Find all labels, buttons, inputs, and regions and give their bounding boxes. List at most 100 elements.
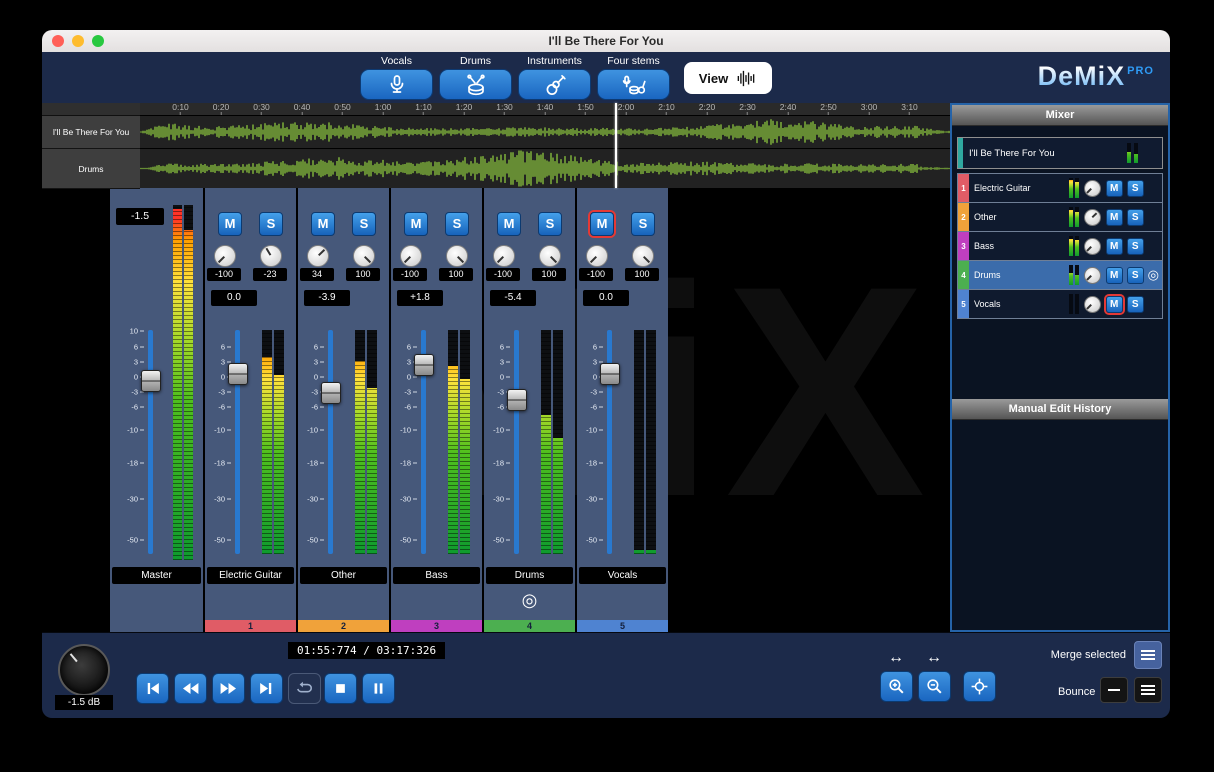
knob-pointer: [1087, 188, 1092, 193]
minimize-window-button[interactable]: [72, 35, 84, 47]
row-mute-button[interactable]: M: [1106, 296, 1123, 313]
channel-strip: M S -100 100 0.0 630-3-6-10-18-30-50 Voc…: [577, 188, 668, 632]
skip-start-button[interactable]: [136, 673, 169, 704]
bounce-menu-button[interactable]: [1134, 677, 1162, 703]
time-ruler[interactable]: 0:100:200:300:400:501:001:101:201:301:40…: [140, 103, 950, 116]
fader-track[interactable]: [328, 330, 333, 554]
row-solo-button[interactable]: S: [1127, 238, 1144, 255]
rewind-button[interactable]: [174, 673, 207, 704]
pan-knob[interactable]: [400, 245, 422, 267]
track-row[interactable]: 4 Drums M S ◎: [957, 260, 1163, 290]
vocals-stem-button[interactable]: [360, 69, 433, 100]
gain-knob[interactable]: [353, 245, 375, 267]
locate-playhead-button[interactable]: [963, 671, 996, 702]
waveform-track-song[interactable]: [140, 116, 950, 149]
gain-knob[interactable]: [260, 245, 282, 267]
row-pan-knob[interactable]: [1084, 238, 1101, 255]
scale-mark: -18: [396, 458, 417, 467]
zoom-out-button[interactable]: [918, 671, 951, 702]
master-track-row[interactable]: I'll Be There For You: [957, 137, 1163, 169]
master-row-meters: [1127, 143, 1138, 163]
pan-knob[interactable]: [307, 245, 329, 267]
fader-thumb[interactable]: [321, 382, 341, 404]
loop-button[interactable]: [288, 673, 321, 704]
instruments-stem-button[interactable]: [518, 69, 591, 100]
scale-mark: 6: [396, 342, 417, 351]
track-number-badge: 1: [958, 174, 969, 202]
mute-button[interactable]: M: [497, 212, 521, 236]
fader-track[interactable]: [514, 330, 519, 554]
merge-menu-button[interactable]: [1134, 641, 1162, 669]
solo-button[interactable]: S: [538, 212, 562, 236]
stop-button[interactable]: [324, 673, 357, 704]
row-pan-knob[interactable]: [1084, 267, 1101, 284]
scale-mark: -6: [582, 402, 603, 411]
separation-target-icon[interactable]: ◎: [522, 590, 538, 610]
pan-knob[interactable]: [214, 245, 236, 267]
row-mute-button[interactable]: M: [1106, 180, 1123, 197]
track-label-drums[interactable]: Drums: [42, 149, 140, 189]
track-row[interactable]: 5 Vocals M S ◎: [957, 289, 1163, 319]
solo-button[interactable]: S: [631, 212, 655, 236]
minus-icon: [1108, 689, 1120, 691]
mute-button[interactable]: M: [404, 212, 428, 236]
window-controls: [52, 35, 104, 47]
gain-knob[interactable]: [446, 245, 468, 267]
output-volume-knob[interactable]: [58, 644, 110, 696]
fader-track[interactable]: [235, 330, 240, 554]
master-fader-track[interactable]: [148, 330, 153, 554]
four-stems-button[interactable]: [597, 69, 670, 100]
track-label-song[interactable]: I'll Be There For You: [42, 116, 140, 149]
row-solo-button[interactable]: S: [1127, 267, 1144, 284]
title-bar: I'll Be There For You: [42, 30, 1170, 53]
track-row[interactable]: 1 Electric Guitar M S ◎: [957, 173, 1163, 203]
fader-track[interactable]: [421, 330, 426, 554]
close-window-button[interactable]: [52, 35, 64, 47]
solo-button[interactable]: S: [259, 212, 283, 236]
pan-knob[interactable]: [493, 245, 515, 267]
solo-button[interactable]: S: [352, 212, 376, 236]
fast-forward-button[interactable]: [212, 673, 245, 704]
row-mute-button[interactable]: M: [1106, 209, 1123, 226]
row-mute-button[interactable]: M: [1106, 267, 1123, 284]
row-pan-knob[interactable]: [1084, 180, 1101, 197]
fader-thumb[interactable]: [600, 363, 620, 385]
row-pan-knob[interactable]: [1084, 209, 1101, 226]
row-target-icon[interactable]: ◎: [1148, 267, 1159, 283]
scale-mark-label: -50: [396, 536, 411, 545]
row-solo-button[interactable]: S: [1127, 209, 1144, 226]
pan-knob[interactable]: [586, 245, 608, 267]
gain-knob[interactable]: [539, 245, 561, 267]
ruler-tick: 1:10: [415, 103, 432, 115]
row-pan-knob[interactable]: [1084, 296, 1101, 313]
view-button[interactable]: View: [684, 62, 772, 94]
level-meters: [634, 330, 656, 554]
fader-thumb[interactable]: [414, 354, 434, 376]
track-row[interactable]: 2 Other M S ◎: [957, 202, 1163, 232]
zoom-in-button[interactable]: [880, 671, 913, 702]
channel-name: Bass: [393, 567, 480, 584]
pause-button[interactable]: [362, 673, 395, 704]
drums-stem-button[interactable]: [439, 69, 512, 100]
skip-end-button[interactable]: [250, 673, 283, 704]
gain-knob[interactable]: [632, 245, 654, 267]
pan-value: -100: [393, 268, 427, 281]
waveform-track-drums[interactable]: [140, 149, 950, 189]
fader-thumb[interactable]: [228, 363, 248, 385]
fader-track[interactable]: [607, 330, 612, 554]
row-level-meter: [1075, 265, 1079, 285]
track-row[interactable]: 3 Bass M S ◎: [957, 231, 1163, 261]
zoom-window-button[interactable]: [92, 35, 104, 47]
mute-button[interactable]: M: [218, 212, 242, 236]
scale-mark-label: 6: [396, 342, 411, 351]
playhead[interactable]: [615, 103, 617, 188]
row-solo-button[interactable]: S: [1127, 180, 1144, 197]
solo-button[interactable]: S: [445, 212, 469, 236]
row-mute-button[interactable]: M: [1106, 238, 1123, 255]
row-solo-button[interactable]: S: [1127, 296, 1144, 313]
mute-button[interactable]: M: [590, 212, 614, 236]
bounce-remove-button[interactable]: [1100, 677, 1128, 703]
mute-button[interactable]: M: [311, 212, 335, 236]
fader-thumb[interactable]: [507, 389, 527, 411]
master-fader-thumb[interactable]: [141, 370, 161, 392]
